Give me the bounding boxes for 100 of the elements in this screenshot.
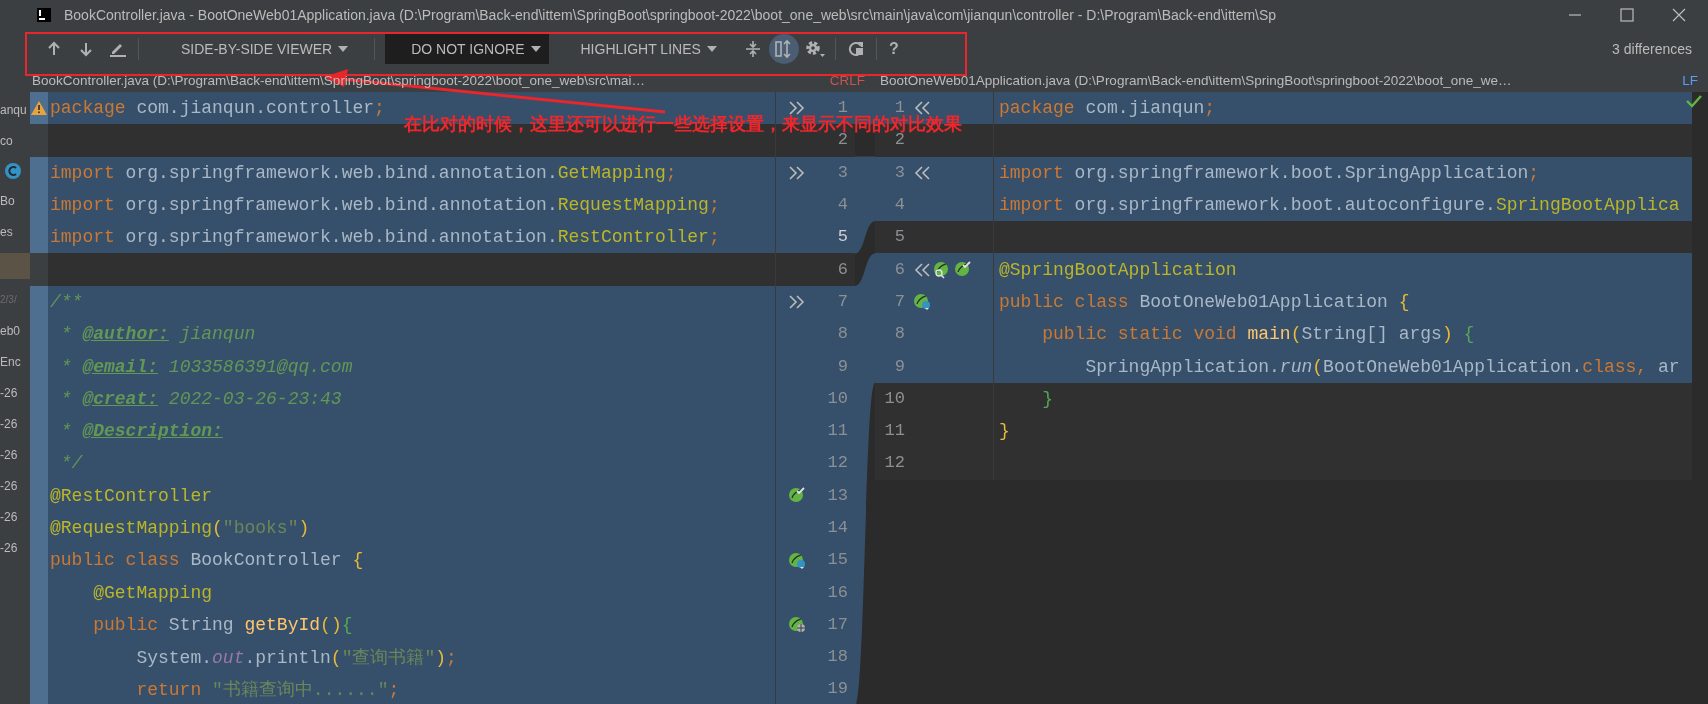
line-number: 2 xyxy=(837,134,848,147)
code-line: * @author: jianqun xyxy=(59,324,256,345)
panel-text: anqu xyxy=(0,102,28,119)
panel-text: Bo xyxy=(0,193,16,210)
merge-arrow-icon[interactable] xyxy=(788,165,806,180)
line-number: 1 xyxy=(894,102,905,115)
line-number: 3 xyxy=(894,166,905,179)
line-number: 4 xyxy=(894,199,905,212)
change-marker xyxy=(30,156,48,189)
line-number: 19 xyxy=(827,683,848,696)
code-line: * @Description: xyxy=(59,421,223,442)
panel-text: -26 xyxy=(0,416,19,433)
code-line: SpringApplication.run(BootOneWeb01Application.class, ar xyxy=(1084,356,1680,377)
line-number: 3 xyxy=(837,166,848,179)
line-number: 8 xyxy=(837,328,848,341)
caret-icon xyxy=(706,46,717,52)
code-line: public class BookController { xyxy=(50,550,364,571)
line-number: 7 xyxy=(894,295,905,308)
line-number: 4 xyxy=(837,199,848,212)
line-number: 12 xyxy=(827,457,848,470)
bean-globe-icon[interactable] xyxy=(788,615,807,635)
change-marker xyxy=(30,285,48,319)
code-line: */ xyxy=(59,453,83,474)
line-number: 7 xyxy=(837,295,848,308)
class-icon xyxy=(4,162,22,180)
panel-text: es xyxy=(0,224,14,241)
ignore-dropdown[interactable]: DO NOT IGNORE xyxy=(385,34,549,64)
help-button[interactable]: ? xyxy=(880,40,907,58)
line-number: 6 xyxy=(894,263,905,276)
panel-text: -26 xyxy=(0,385,19,402)
panel-text: Enc xyxy=(0,354,22,371)
code-line: } xyxy=(1041,388,1053,409)
merge-arrow-icon[interactable] xyxy=(913,165,931,180)
merge-arrow-icon[interactable] xyxy=(913,101,931,116)
check-icon xyxy=(1686,94,1702,108)
merge-arrow-icon[interactable] xyxy=(913,262,931,277)
line-number: 10 xyxy=(884,392,905,405)
line-number: 12 xyxy=(884,457,905,470)
merge-arrow-icon[interactable] xyxy=(788,294,806,309)
line-number: 13 xyxy=(827,489,848,502)
code-line: /** xyxy=(50,291,83,312)
warning-icon xyxy=(31,101,47,116)
line-number: 17 xyxy=(827,618,848,631)
line-number: 6 xyxy=(837,263,848,276)
settings-icon[interactable] xyxy=(803,39,826,59)
line-number: 15 xyxy=(827,554,848,567)
file-path: BootOneWeb01Application.java (D:\Program\Back-end\ittem\SpringBoot\springboot-2022\boot_one_we… xyxy=(880,72,1512,88)
edit-icon[interactable] xyxy=(109,41,127,57)
line-number: 16 xyxy=(827,586,848,599)
refresh-icon[interactable] xyxy=(846,40,865,58)
bean-class-icon[interactable] xyxy=(788,550,807,570)
line-separator-label[interactable]: LF xyxy=(1682,72,1708,88)
line-number: 5 xyxy=(894,231,905,244)
code-line: import org.springframework.web.bind.annotation.RequestMapping; xyxy=(50,195,720,216)
line-number: 11 xyxy=(827,425,848,438)
differences-count: 3 differences xyxy=(1612,41,1693,57)
panel-text: -26 xyxy=(0,509,19,526)
callout-text: 在比对的时候，这里还可以进行一些选择设置，来显示不同的对比效果 xyxy=(404,115,962,133)
change-marker xyxy=(30,673,48,704)
close-icon[interactable] xyxy=(1672,8,1686,22)
window-title: BookController.java - BootOneWeb01Application.java (D:\Program\Back-end\ittem\SpringBoot\springboot-2022\boot_one_web\src\main\java\com\jianqun\controller - D:\Program\Back-end\ittem\Sp xyxy=(64,7,1278,23)
code-line: import org.springframework.web.bind.annotation.RestController; xyxy=(50,227,720,248)
code-line: @RestController xyxy=(50,485,213,506)
line-number: 1 xyxy=(837,102,848,115)
app-icon xyxy=(36,7,52,23)
collapse-icon[interactable] xyxy=(743,40,762,58)
line-number: 11 xyxy=(884,425,905,438)
sync-scroll-button[interactable] xyxy=(768,34,799,64)
code-line: import org.springframework.boot.SpringApplication; xyxy=(999,162,1540,183)
panel-text: -26 xyxy=(0,478,19,495)
sync-scroll-icon xyxy=(773,39,794,59)
panel-text: co xyxy=(0,133,14,150)
highlight-dropdown[interactable]: HIGHLIGHT LINES xyxy=(568,34,729,64)
caret-icon xyxy=(530,46,541,52)
code-line: * @creat: 2022-03-26-23:43 xyxy=(59,388,342,409)
down-arrow-icon[interactable] xyxy=(78,41,94,57)
code-line: @GetMapping xyxy=(92,582,213,603)
up-arrow-icon[interactable] xyxy=(46,41,62,57)
merge-arrow-icon[interactable] xyxy=(788,101,806,116)
code-line: * @email: 1033586391@qq.com xyxy=(59,356,353,377)
viewer-dropdown[interactable]: SIDE-BY-SIDE VIEWER xyxy=(169,34,361,64)
line-number: 14 xyxy=(827,522,848,534)
maximize-icon[interactable] xyxy=(1620,8,1634,22)
change-marker xyxy=(30,221,48,254)
code-line: public static void main(String[] args) { xyxy=(1041,324,1475,345)
line-number: 9 xyxy=(837,360,848,373)
panel-text: -26 xyxy=(0,540,19,557)
line-number: 5 xyxy=(837,231,848,244)
line-number: 10 xyxy=(827,392,848,405)
panel-text: -26 xyxy=(0,447,19,464)
line-number: 9 xyxy=(894,360,905,373)
code-line: import org.springframework.boot.autoconfigure.SpringBootApplica xyxy=(999,195,1680,216)
code-line: package com.jianqun.controller; xyxy=(50,98,385,119)
code-line: public String getById(){ xyxy=(92,614,353,635)
line-number: 18 xyxy=(827,651,848,664)
code-line: } xyxy=(999,421,1010,442)
line-number: 8 xyxy=(894,328,905,341)
bean-class-icon[interactable] xyxy=(913,292,932,312)
caret-icon xyxy=(338,46,349,52)
panel-block xyxy=(0,253,30,279)
